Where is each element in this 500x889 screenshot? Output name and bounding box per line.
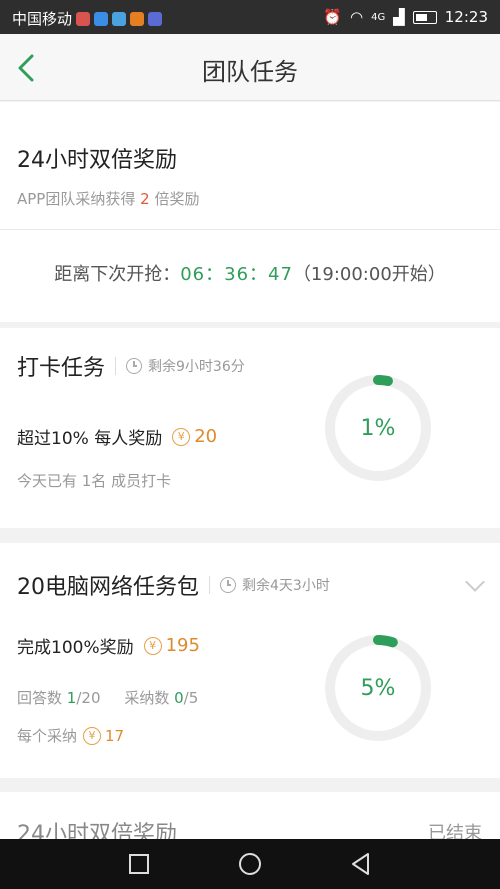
pc-stats-row: 回答数 1/20 采纳数 0/5 — [17, 687, 198, 708]
recent-apps-button[interactable] — [126, 851, 152, 877]
countdown-value: 06：36：47 — [180, 264, 293, 285]
divider — [0, 229, 500, 230]
battery-icon — [412, 10, 437, 24]
checkin-progress-text: 今天已有 1名 成员打卡 — [17, 472, 172, 490]
adopted-label: 采纳数 — [124, 689, 170, 707]
back-nav-button[interactable] — [348, 851, 374, 877]
answers-done: 1 — [66, 689, 77, 707]
per-adopt-label: 每个采纳 — [17, 727, 78, 745]
pc-reward-row: 完成100%奖励 ¥ 195 — [17, 633, 200, 658]
adopted-total: /5 — [183, 689, 199, 707]
music-app-icon — [148, 11, 163, 26]
clock-time: 12:23 — [444, 8, 488, 26]
per-adopt-row: 每个采纳 ¥ 17 — [17, 725, 124, 746]
pc-remaining: 剩余4天3小时 — [242, 578, 330, 594]
status-left: 中国移动 — [12, 8, 163, 29]
clock-icon — [220, 577, 236, 593]
pc-condition: 完成100%奖励 — [17, 638, 134, 658]
checkin-title-row: 打卡任务 剩余9小时36分 — [17, 350, 245, 382]
message-app-icon — [94, 11, 109, 26]
video-app-icon — [112, 11, 127, 26]
promo-title: 24小时双倍奖励 — [17, 148, 177, 173]
checkin-title: 打卡任务 — [17, 356, 106, 381]
wifi-icon: ◠ — [350, 8, 364, 26]
promo-card: 24小时双倍奖励 APP团队采纳获得 2 倍奖励 距离下次开抢：06：36：47… — [0, 102, 500, 322]
checkin-reward-row: 超过10% 每人奖励 ¥ 20 — [17, 424, 217, 449]
per-adopt-reward: 17 — [105, 726, 125, 745]
alarm-icon: ⏰ — [323, 8, 342, 26]
checkin-remaining: 剩余9小时36分 — [148, 359, 245, 375]
separator — [115, 357, 117, 375]
promo-description: APP团队采纳获得 2 倍奖励 — [17, 188, 199, 209]
countdown-start: （19:00:00开始） — [292, 264, 446, 285]
checkin-percent: 1% — [360, 416, 396, 441]
answers-total: /20 — [76, 689, 101, 707]
checkin-task-card[interactable]: 打卡任务 剩余9小时36分 超过10% 每人奖励 ¥ 20 今天已有 1名 成员… — [0, 328, 500, 528]
ended-task-card[interactable]: 24小时双倍奖励 已结束 — [0, 792, 500, 847]
signal-icon: ▟ — [393, 8, 405, 26]
adopted-done: 0 — [174, 689, 184, 707]
coin-icon: ¥ — [172, 427, 191, 446]
home-button[interactable] — [237, 851, 263, 877]
checkin-reward: 20 — [194, 426, 218, 447]
checkin-condition: 超过10% 每人奖励 — [17, 429, 163, 449]
promo-desc-prefix: APP团队采纳获得 — [17, 190, 136, 208]
countdown-label: 距离下次开抢： — [54, 264, 181, 285]
status-right: ⏰ ◠ 4G ▟ 12:23 — [323, 8, 488, 26]
countdown-row: 距离下次开抢：06：36：47（19:00:00开始） — [0, 260, 500, 286]
promo-multiplier: 2 — [140, 190, 150, 208]
map-app-icon — [76, 11, 91, 26]
pc-reward: 195 — [165, 635, 200, 656]
page-title: 团队任务 — [202, 58, 298, 86]
weibo-app-icon — [130, 11, 145, 26]
system-navigation-bar — [0, 839, 500, 889]
status-bar: 中国移动 ⏰ ◠ 4G ▟ 12:23 — [0, 0, 500, 34]
answers-label: 回答数 — [17, 689, 63, 707]
chevron-down-icon[interactable] — [465, 572, 485, 592]
coin-icon: ¥ — [83, 726, 102, 745]
separator — [209, 576, 210, 594]
pc-title-row: 20电脑网络任务包 剩余4天3小时 — [17, 569, 330, 601]
pc-task-title: 20电脑网络任务包 — [17, 575, 199, 600]
network-type: 4G — [371, 11, 386, 23]
pc-task-card[interactable]: 20电脑网络任务包 剩余4天3小时 完成100%奖励 ¥ 195 回答数 1/2… — [0, 543, 500, 778]
pc-percent: 5% — [360, 676, 396, 701]
carrier-name: 中国移动 — [12, 10, 73, 28]
clock-icon — [126, 358, 143, 374]
promo-desc-suffix: 倍奖励 — [154, 190, 200, 208]
navigation-bar: 团队任务 — [0, 34, 500, 101]
coin-icon: ¥ — [143, 636, 162, 655]
